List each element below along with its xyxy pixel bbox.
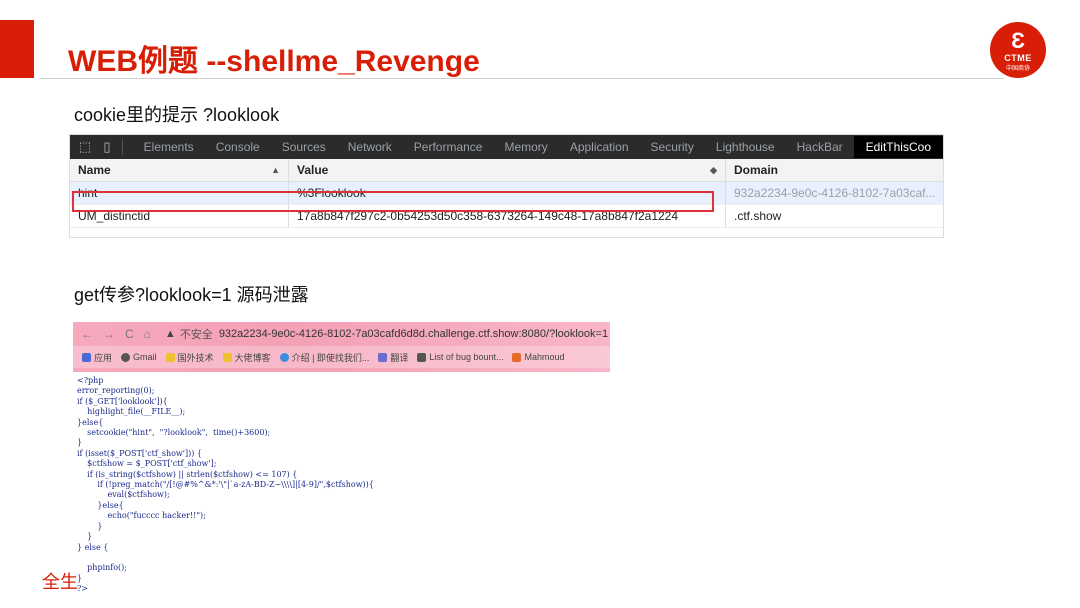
code-line: $ctfshow = $_POST['ctf_show']; [77, 459, 217, 469]
logo-glyph: Ɛ [1011, 28, 1025, 53]
logo-subtext: 中国商协 [1005, 66, 1030, 72]
code-line: error_reporting(0); [77, 386, 155, 396]
gmail-icon [121, 352, 131, 362]
code-line: <?php [77, 376, 104, 385]
code-line: } [77, 521, 103, 531]
tab-hackbar[interactable]: HackBar [786, 140, 854, 154]
column-resize-icon: ◆ [710, 165, 717, 175]
tab-elements[interactable]: Elements [133, 140, 205, 154]
inspect-icon[interactable]: ⬚ [78, 138, 92, 156]
code-line: if (is_string($ctfshow) || strlen($ctfsh… [77, 469, 298, 479]
reload-icon[interactable]: C [125, 327, 134, 341]
bookmark-intro[interactable]: 介绍 | 即使找我们... [279, 351, 369, 364]
tab-network[interactable]: Network [337, 140, 403, 154]
code-line: echo("fucccc hacker!!"); [77, 511, 206, 521]
code-line: }else{ [77, 417, 104, 427]
tab-divider [121, 139, 123, 155]
code-line: if ($_GET['looklook']){ [77, 396, 168, 406]
tab-sources[interactable]: Sources [271, 140, 337, 154]
column-domain-header[interactable]: Domain [725, 159, 943, 181]
caption-source-leak: get传参?looklook=1 源码泄露 [74, 285, 309, 305]
bookmark-folder[interactable]: 国外技术 [165, 351, 214, 364]
folder-icon [222, 352, 232, 362]
highlight-box [72, 191, 714, 212]
tab-memory[interactable]: Memory [493, 140, 558, 154]
ctme-logo: Ɛ CTME 中国商协 [990, 22, 1046, 78]
logo-text: CTME [1004, 53, 1032, 63]
bookmark-mahmoud[interactable]: Mahmoud [512, 352, 565, 362]
folder-icon [165, 352, 175, 362]
column-name-header[interactable]: Name ▲ [70, 159, 288, 181]
slide-title: WEB例题 --shellme_Revenge [68, 45, 480, 78]
bookmark-apps[interactable]: 应用 [82, 351, 112, 364]
tab-lighthouse[interactable]: Lighthouse [705, 140, 786, 154]
code-line: if (isset($_POST['ctf_show'])) { [77, 448, 202, 458]
globe-icon [279, 352, 289, 362]
bookmark-gmail[interactable]: Gmail [121, 352, 157, 362]
devtools-tab-bar: ⬚ ▯ Elements Console Sources Network Per… [70, 135, 943, 159]
devtools-panel: ⬚ ▯ Elements Console Sources Network Per… [69, 134, 944, 238]
back-icon[interactable]: ← [81, 327, 93, 341]
code-line: } [77, 532, 93, 542]
code-line: ?> [77, 584, 88, 594]
code-line: if (!preg_match("/[!@#%^&*:'\"|`a-zA-BD-… [77, 480, 374, 490]
forward-icon[interactable]: → [103, 327, 115, 341]
code-line: } [77, 438, 83, 448]
code-line: }else{ [77, 500, 124, 510]
title-divider [40, 78, 1004, 79]
browser-screenshot: ← → C ⌂ ▲ 不安全 932a2234-9e0c-4126-8102-7a… [73, 322, 610, 372]
table-header: Name ▲ Value ◆ Domain [70, 159, 943, 182]
code-line: } [77, 573, 83, 583]
tab-security[interactable]: Security [640, 140, 705, 154]
sort-up-icon: ▲ [271, 165, 280, 175]
apps-grid-icon [82, 352, 91, 362]
code-line: } else { [77, 542, 109, 552]
warning-icon: ▲ [164, 328, 176, 340]
bookmark-bugbounty[interactable]: List of bug bount... [417, 352, 503, 362]
caption-cookie-hint: cookie里的提示 ?looklook [74, 105, 280, 125]
translate-icon [378, 352, 388, 362]
tab-performance[interactable]: Performance [403, 140, 494, 154]
tab-editthiscookie[interactable]: EditThisCoo [853, 136, 943, 158]
code-line: setcookie("hint", "?looklook", time()+36… [77, 428, 271, 438]
footer-text: 全生 [42, 572, 78, 592]
code-line: eval($ctfshow); [77, 490, 170, 500]
bookmarks-bar: 应用 Gmail 国外技术 大佬博客 介绍 | 即使找我们... 翻译 List… [73, 346, 610, 368]
tab-console[interactable]: Console [205, 140, 271, 154]
bookmark-folder[interactable]: 大佬博客 [222, 351, 271, 364]
home-icon[interactable]: ⌂ [144, 327, 151, 341]
php-source-code: <?php error_reporting(0); if ($_GET['lookl… [77, 376, 597, 593]
cookie-domain: .ctf.show [725, 205, 943, 227]
bookmark-translate[interactable]: 翻译 [378, 351, 408, 364]
url-text[interactable]: 932a2234-9e0c-4126-8102-7a03cafd6d8d.cha… [219, 328, 608, 340]
title-accent-bar [0, 20, 34, 78]
code-line: highlight_file(__FILE__); [77, 407, 186, 417]
blogger-icon [512, 352, 522, 362]
tab-application[interactable]: Application [559, 140, 640, 154]
bug-icon [417, 352, 427, 362]
column-value-header[interactable]: Value ◆ [288, 159, 725, 181]
insecure-label: 不安全 [179, 329, 213, 341]
device-toolbar-icon[interactable]: ▯ [100, 138, 114, 156]
cookie-domain: 932a2234-9e0c-4126-8102-7a03caf... [725, 182, 943, 204]
address-bar: ← → C ⌂ ▲ 不安全 932a2234-9e0c-4126-8102-7a… [73, 322, 610, 346]
code-line: phpinfo(); [77, 563, 127, 573]
